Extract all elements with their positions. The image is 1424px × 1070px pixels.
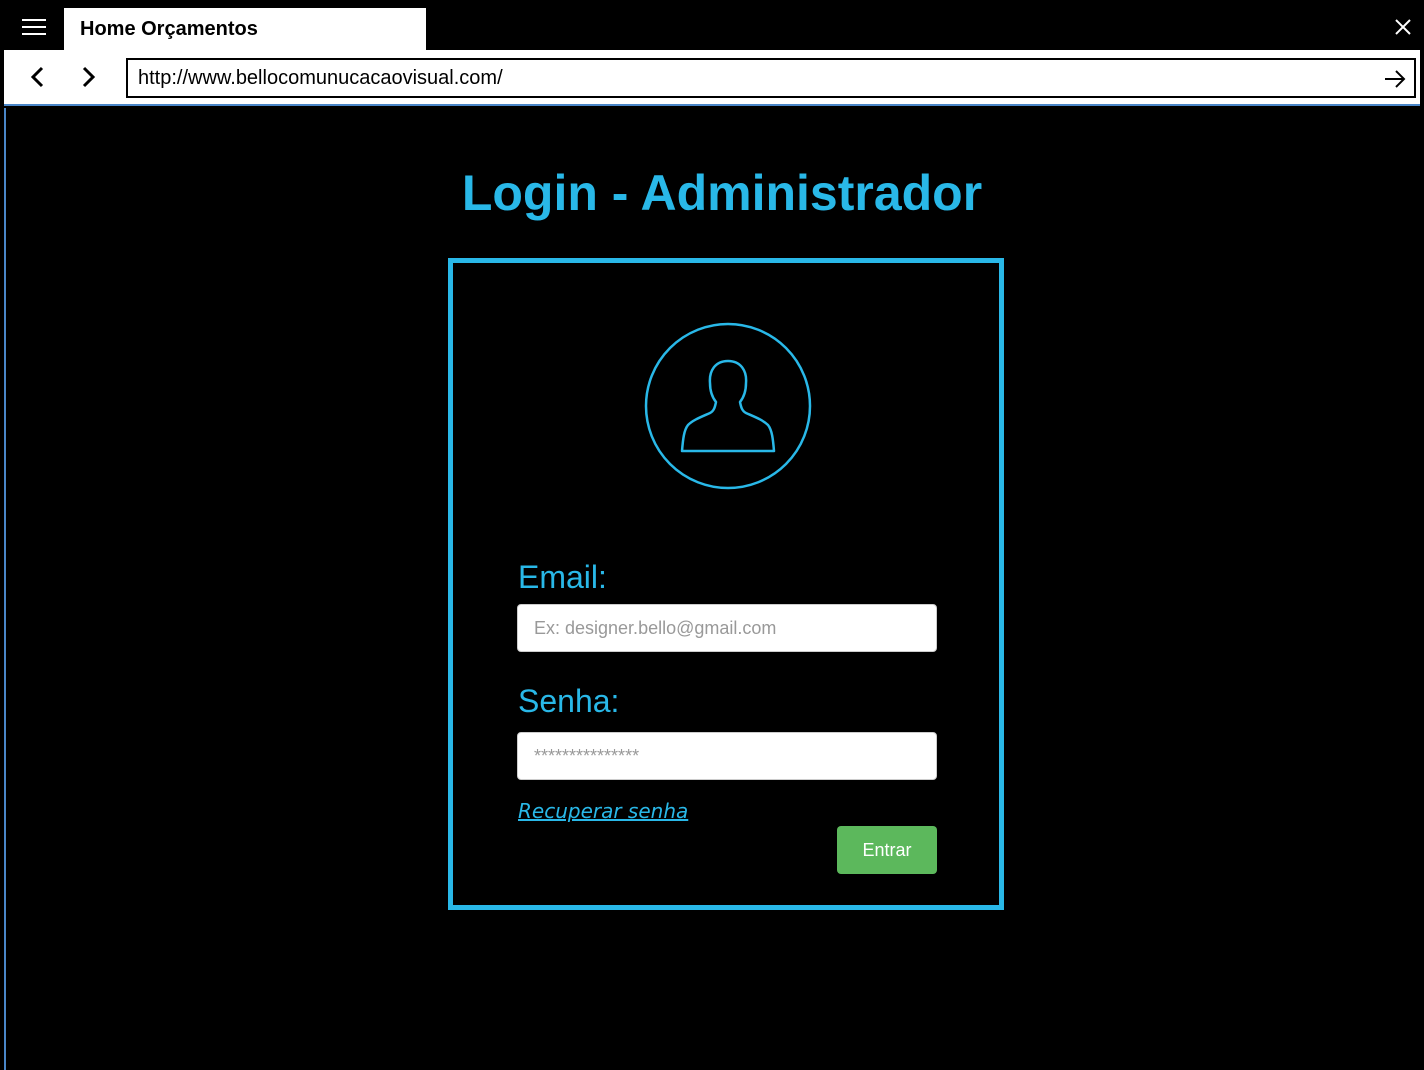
arrow-right-icon[interactable] [1380, 64, 1410, 94]
tab-title: Home Orçamentos [80, 17, 258, 40]
close-icon[interactable] [1388, 12, 1418, 42]
navigation-bar: http://www.bellocomunucacaovisual.com/ [4, 50, 1420, 106]
address-bar[interactable]: http://www.bellocomunucacaovisual.com/ [126, 58, 1416, 98]
recover-password-link[interactable]: Recuperar senha [518, 799, 688, 823]
url-text: http://www.bellocomunucacaovisual.com/ [138, 66, 503, 89]
login-form: Email: Senha: Recuperar senha Entrar [448, 258, 1004, 910]
page-content: Login - Administrador Email: Senha: Recu… [4, 108, 1420, 1070]
enter-button[interactable]: Entrar [837, 826, 937, 874]
chevron-left-icon[interactable] [22, 62, 52, 92]
user-avatar-icon [643, 321, 813, 491]
chevron-right-icon[interactable] [74, 62, 104, 92]
hamburger-menu-icon[interactable] [12, 10, 56, 44]
email-label: Email: [518, 559, 607, 595]
password-input[interactable] [517, 732, 937, 780]
browser-tab[interactable]: Home Orçamentos [64, 8, 426, 50]
title-bar: Home Orçamentos [0, 0, 1424, 50]
email-input[interactable] [517, 604, 937, 652]
browser-window: Home Orçamentos http://www.bellocomunuca… [0, 0, 1424, 1070]
password-label: Senha: [518, 683, 620, 719]
page-title: Login - Administrador [461, 165, 983, 221]
